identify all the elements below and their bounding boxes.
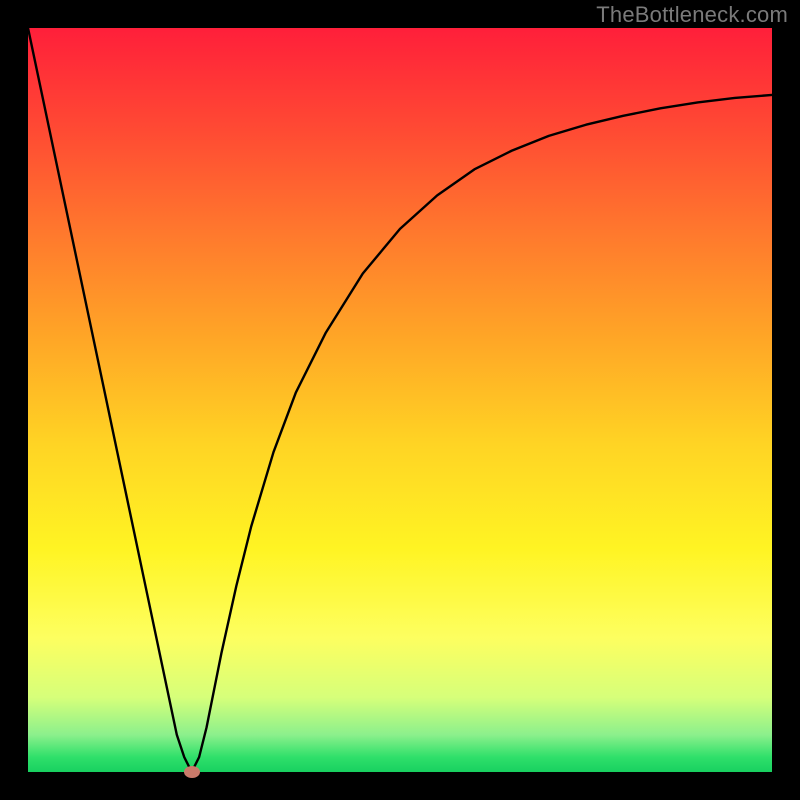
plot-area (28, 28, 772, 772)
optimal-point-marker (184, 766, 200, 778)
bottleneck-curve (28, 28, 772, 772)
chart-frame: TheBottleneck.com (0, 0, 800, 800)
curve-svg (28, 28, 772, 772)
watermark-text: TheBottleneck.com (596, 2, 788, 28)
